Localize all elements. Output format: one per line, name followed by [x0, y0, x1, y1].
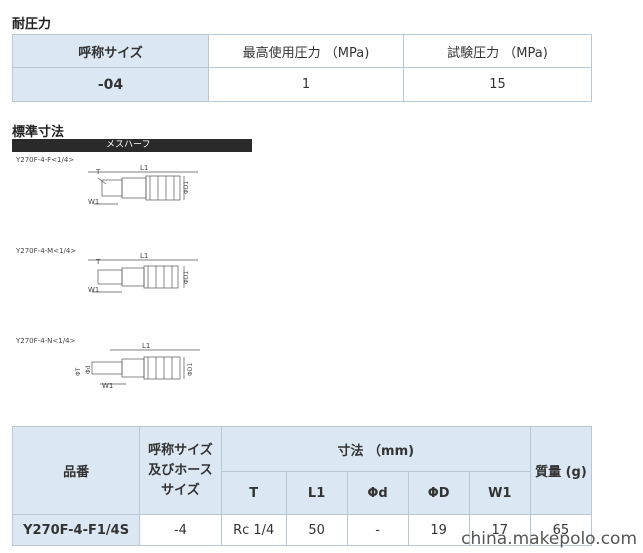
cell-size: -4: [139, 514, 222, 546]
bar-label: メスハーフ: [106, 140, 151, 150]
header-l1: L1: [285, 471, 348, 515]
cell-size: -04: [12, 67, 209, 102]
spec-table: 品番 呼称サイズ 及びホース サイズ 寸法 （mm) 質量 (g) T L1 Φ…: [11, 426, 593, 546]
cell-part-number: Y270F-4-F1/4S: [11, 514, 141, 546]
label-w1-1: W1: [88, 198, 99, 206]
header-phi-d: ΦD: [407, 471, 470, 515]
cell-test-pressure: 15: [403, 67, 592, 102]
cell-t: Rc 1/4: [220, 514, 287, 546]
header-weight: 質量 (g): [529, 426, 593, 515]
label-w1-2: W1: [88, 286, 99, 294]
cell-l1: 50: [285, 514, 348, 546]
label-d-3: Φd: [85, 365, 92, 374]
header-part-number: 品番: [11, 426, 141, 515]
drawing-caption-2: Y270F-4-M<1/4>: [16, 247, 77, 255]
label-w1-3: W1: [102, 382, 113, 390]
label-d1-2: ΦD1: [183, 271, 190, 284]
cell-phi-d-small: -: [346, 514, 409, 546]
pressure-table: 呼称サイズ 最高使用圧力 （MPa) 試験圧力 （MPa) -04 1 15: [12, 34, 592, 102]
cell-phi-d: 19: [407, 514, 470, 546]
drawing-caption-1: Y270F-4-F<1/4>: [16, 156, 75, 164]
coupler-drawing-3: ΦT L1 W1 Φd ΦD1: [75, 342, 200, 390]
drawing-caption-3: Y270F-4-N<1/4>: [16, 337, 76, 345]
header-max-pressure: 最高使用圧力 （MPa): [208, 34, 404, 68]
label-t-1: T: [95, 168, 101, 176]
header-size: 呼称サイズ 及びホース サイズ: [139, 426, 222, 515]
label-l1-3: L1: [142, 342, 150, 350]
label-l1-1: L1: [140, 164, 148, 172]
label-d1-3: ΦD1: [187, 363, 194, 376]
pressure-title: 耐圧力: [12, 17, 52, 32]
dimensions-title: 標準寸法: [12, 125, 65, 140]
label-t-3: ΦT: [75, 367, 82, 376]
coupler-drawing-1: T L1 W1 ΦD1: [88, 164, 198, 206]
coupler-drawing-2: T L1 W1 ΦD1: [88, 252, 198, 294]
header-dimensions: 寸法 （mm): [220, 426, 531, 472]
cell-max-pressure: 1: [208, 67, 404, 102]
label-d1-1: ΦD1: [183, 181, 190, 194]
label-t-2: T: [95, 258, 101, 266]
header-w1: W1: [468, 471, 531, 515]
header-phi-d-small: Φd: [346, 471, 409, 515]
label-l1-2: L1: [140, 252, 148, 260]
section-bar: メスハーフ: [12, 139, 252, 152]
header-test-pressure: 試験圧力 （MPa): [403, 34, 592, 68]
watermark: china.makepolo.com: [461, 529, 637, 549]
header-size: 呼称サイズ: [12, 34, 209, 68]
header-t: T: [220, 471, 287, 515]
